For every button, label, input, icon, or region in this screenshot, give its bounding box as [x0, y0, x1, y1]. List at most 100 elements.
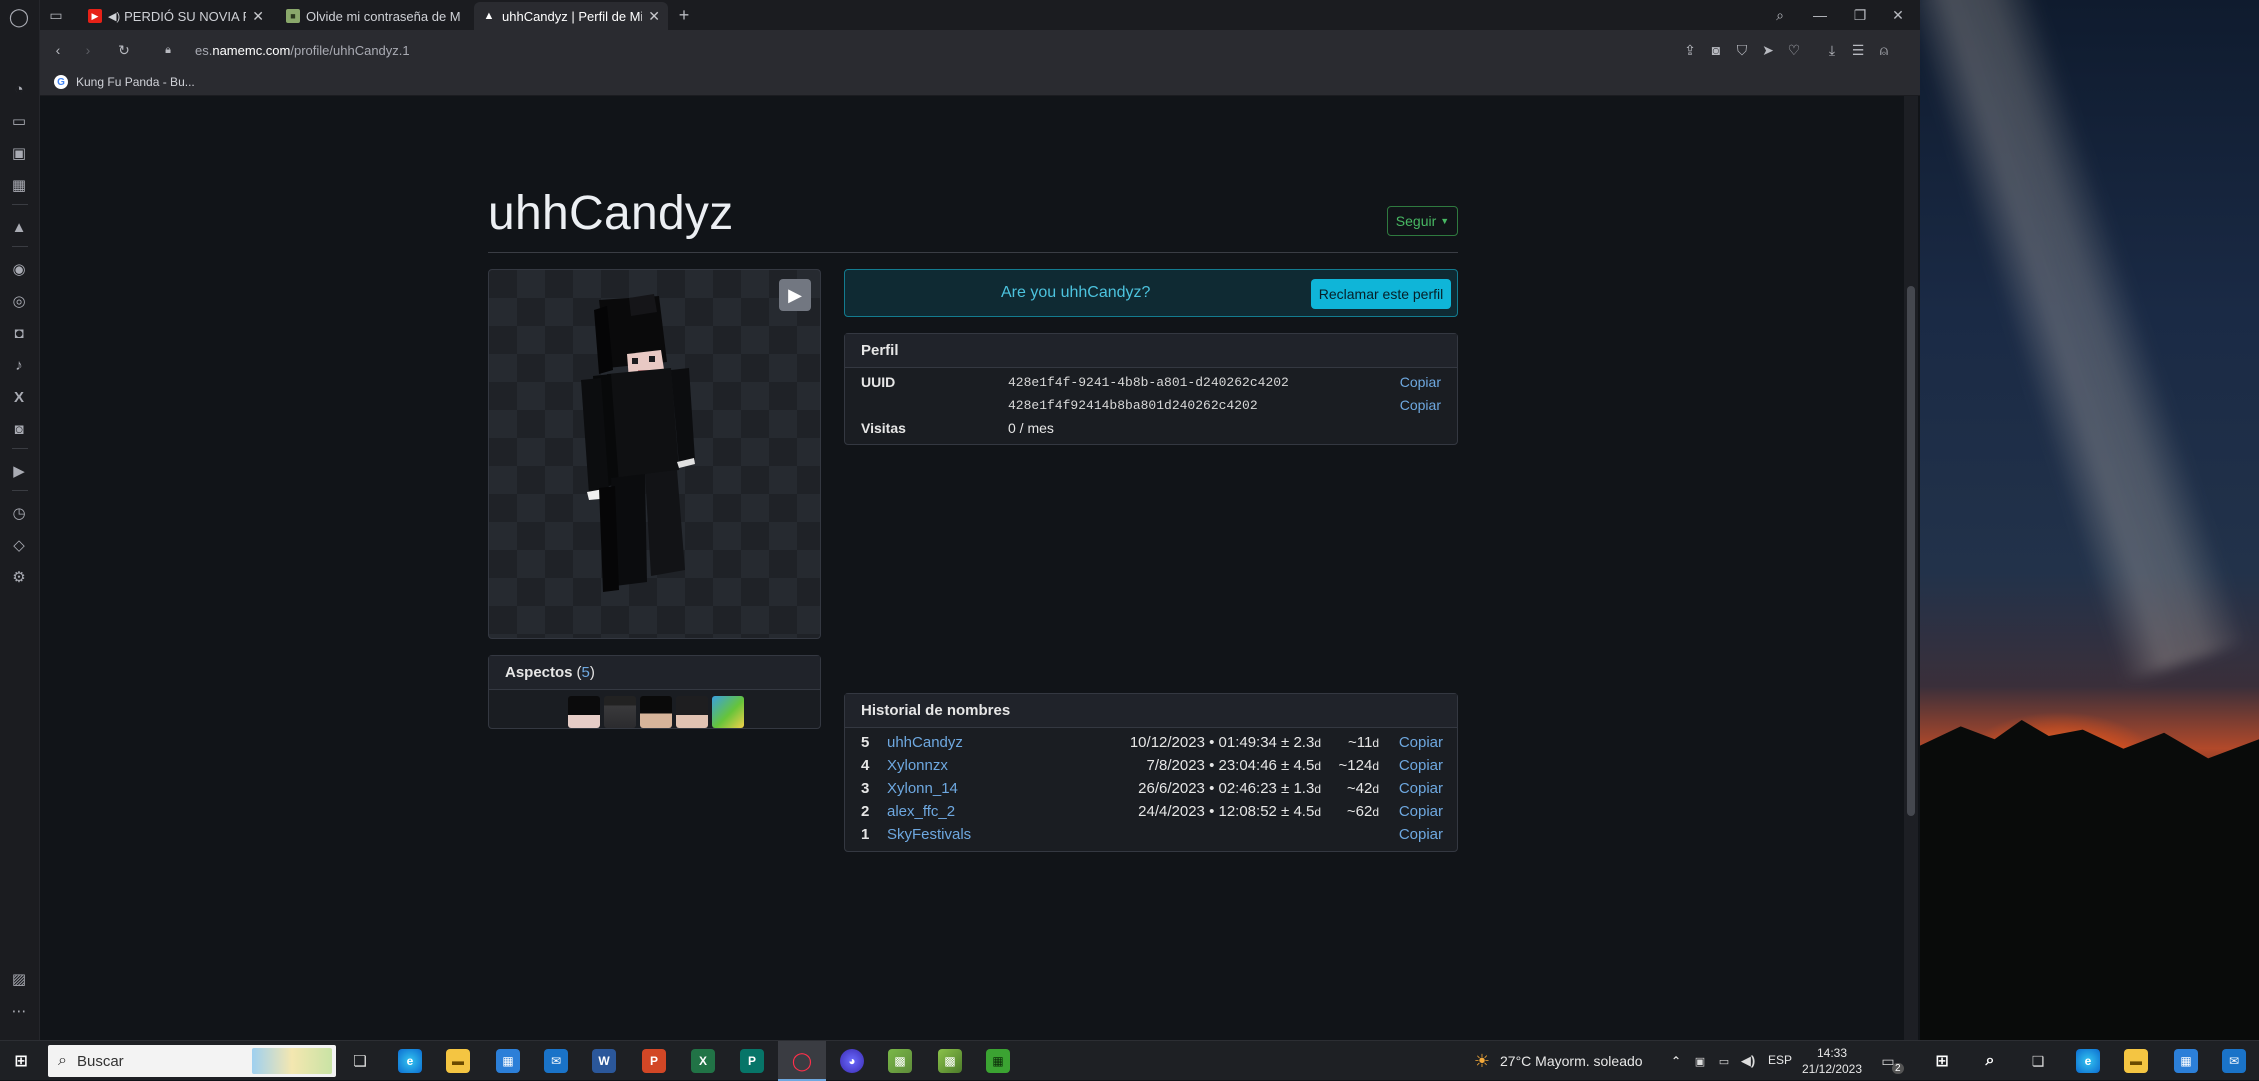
file-explorer-icon[interactable]: ▬ — [446, 1049, 470, 1073]
meet-now-icon[interactable]: ▣ — [1688, 1049, 1712, 1073]
excel-icon[interactable]: X — [691, 1049, 715, 1073]
minecraft-launcher-2-icon[interactable]: ▩ — [938, 1049, 962, 1073]
powerpoint-icon[interactable]: P — [642, 1049, 666, 1073]
send-icon[interactable]: ➤ — [1758, 40, 1778, 60]
store-icon[interactable]: ▭ — [8, 110, 30, 132]
skins-count-link[interactable]: 5 — [582, 664, 590, 681]
bookmark-heart-icon[interactable]: ♡ — [1784, 40, 1804, 60]
page-scrollbar[interactable] — [1904, 96, 1918, 1040]
claim-profile-button[interactable]: Reclamar este perfil — [1311, 279, 1451, 309]
name-link[interactable]: alex_ffc_2 — [887, 803, 955, 820]
new-tab-plus-icon[interactable]: + — [674, 5, 694, 25]
microsoft-store-icon-2[interactable]: ▦ — [2174, 1049, 2198, 1073]
forward-icon[interactable]: › — [78, 40, 98, 60]
google-icon: G — [54, 75, 68, 89]
skin-thumbnail[interactable] — [640, 696, 672, 728]
publisher-icon[interactable]: P — [740, 1049, 764, 1073]
tab-namemc[interactable]: ▲ uhhCandyz | Perfil de Mine ✕ — [474, 2, 668, 30]
url-field[interactable]: es. namemc.com/profile/uhhCandyz.1 — [195, 38, 1695, 62]
name-link[interactable]: Xylonn_14 — [887, 780, 958, 797]
whatsapp-icon[interactable]: ◎ — [8, 290, 30, 312]
discord-icon[interactable]: ◙ — [8, 418, 30, 440]
chat-app-icon[interactable]: ◕ — [840, 1049, 864, 1073]
file-explorer-icon-2[interactable]: ▬ — [2124, 1049, 2148, 1073]
adblock-shield-icon[interactable]: ⛉ — [1732, 40, 1752, 60]
speed-dial-icon[interactable]: ◔ — [8, 78, 30, 100]
more-icon[interactable]: ⋯ — [8, 1000, 30, 1022]
x-twitter-icon[interactable]: X — [8, 386, 30, 408]
weather-text[interactable]: 27°C Mayorm. soleado — [1500, 1053, 1643, 1069]
back-icon[interactable]: ‹ — [48, 40, 68, 60]
copy-name-link[interactable]: Copiar — [1399, 826, 1443, 843]
messenger-icon[interactable]: ◉ — [8, 258, 30, 280]
tab-minecraft-help[interactable]: ■ Olvide mi contraseña de M ✕ — [278, 2, 506, 30]
copy-name-link[interactable]: Copiar — [1399, 803, 1443, 820]
download-icon[interactable]: ⤓ — [1822, 40, 1842, 60]
settings-gear-icon[interactable]: ⚙ — [8, 566, 30, 588]
edge-icon-2[interactable]: e — [2076, 1049, 2100, 1073]
close-tab-icon[interactable]: ✕ — [648, 8, 660, 25]
skin-viewer[interactable]: ▶ — [488, 269, 821, 639]
windows-start-icon-2[interactable]: ⊞ — [1930, 1049, 1954, 1073]
microsoft-store-icon[interactable]: ▦ — [496, 1049, 520, 1073]
gx-icon[interactable]: ▲ — [8, 216, 30, 238]
tiktok-icon[interactable]: ♪ — [8, 354, 30, 376]
skin-thumbnail[interactable] — [568, 696, 600, 728]
gx-corner-icon[interactable]: ▦ — [8, 174, 30, 196]
name-link[interactable]: uhhCandyz — [887, 734, 963, 751]
extensions-cube-icon[interactable]: ◇ — [8, 534, 30, 556]
copy-uuid-dashed-link[interactable]: Copiar — [1400, 374, 1441, 390]
wallpaper-icon[interactable]: ▨ — [8, 968, 30, 990]
copy-name-link[interactable]: Copiar — [1399, 734, 1443, 751]
clock[interactable]: 14:33 21/12/2023 — [1800, 1045, 1864, 1077]
edge-icon[interactable]: e — [398, 1049, 422, 1073]
instagram-icon[interactable]: ◘ — [8, 322, 30, 344]
minecraft-launcher-icon[interactable]: ▩ — [888, 1049, 912, 1073]
share-icon[interactable]: ⇪ — [1680, 40, 1700, 60]
copy-name-link[interactable]: Copiar — [1399, 757, 1443, 774]
opera-gx-icon[interactable]: ◯ — [790, 1049, 814, 1073]
close-window-icon[interactable]: ✕ — [1888, 5, 1908, 25]
copy-name-link[interactable]: Copiar — [1399, 780, 1443, 797]
skin-thumbnail[interactable] — [676, 696, 708, 728]
opera-logo-icon[interactable]: ◯ — [8, 6, 30, 28]
task-view-icon-2[interactable]: ❏ — [2026, 1049, 2050, 1073]
search-icon-2[interactable]: ⌕ — [1978, 1049, 2002, 1073]
show-hidden-icons-chevron[interactable]: ⌃ — [1664, 1049, 1688, 1073]
tab-menu-icon[interactable]: ▭ — [46, 5, 66, 25]
skin-thumbnail[interactable] — [712, 696, 744, 728]
volume-icon[interactable]: ◀) — [1736, 1049, 1760, 1073]
profile-icon[interactable]: ⍝ — [1874, 40, 1894, 60]
audio-playing-icon[interactable]: ◀) — [108, 10, 120, 23]
tab-youtube[interactable]: ▶ ◀) PERDIÓ SU NOVIA POR ✕ — [80, 2, 272, 30]
windows-start-icon[interactable]: ⊞ — [9, 1049, 33, 1073]
skin-thumbnail[interactable] — [604, 696, 636, 728]
snapshot-camera-icon[interactable]: ◙ — [1706, 40, 1726, 60]
creeper-icon[interactable]: ▦ — [986, 1049, 1010, 1073]
network-icon[interactable]: ▭ — [1712, 1049, 1736, 1073]
restore-icon[interactable]: ❐ — [1850, 5, 1870, 25]
table-row: 1 SkyFestivals Copiar — [845, 826, 1459, 849]
mail-icon[interactable]: ✉ — [544, 1049, 568, 1073]
close-tab-icon[interactable]: ✕ — [252, 8, 264, 25]
keyboard-language[interactable]: ESP — [1768, 1053, 1792, 1067]
word-icon[interactable]: W — [592, 1049, 616, 1073]
task-view-icon[interactable]: ❏ — [348, 1049, 372, 1073]
name-link[interactable]: SkyFestivals — [887, 826, 971, 843]
lock-icon[interactable]: 🔒︎ — [158, 40, 178, 60]
minimize-icon[interactable]: — — [1810, 5, 1830, 25]
history-icon[interactable]: ◷ — [8, 502, 30, 524]
taskbar-search-box[interactable]: ⌕ Buscar — [48, 1045, 336, 1077]
reload-icon[interactable]: ↻ — [114, 40, 134, 60]
search-tabs-icon[interactable]: ⌕ — [1770, 5, 1790, 25]
bookmark-kung-fu-panda[interactable]: G Kung Fu Panda - Bu... — [54, 75, 195, 89]
name-link[interactable]: Xylonnzx — [887, 757, 948, 774]
copy-uuid-plain-link[interactable]: Copiar — [1400, 397, 1441, 413]
mail-icon-2[interactable]: ✉ — [2222, 1049, 2246, 1073]
scrollbar-thumb[interactable] — [1907, 286, 1915, 816]
follow-dropdown-button[interactable]: Seguir ▼ — [1387, 206, 1458, 236]
player-icon[interactable]: ▶ — [8, 460, 30, 482]
easy-setup-icon[interactable]: ☰ — [1848, 40, 1868, 60]
weather-sun-icon[interactable]: ☀ — [1470, 1049, 1494, 1073]
twitch-icon[interactable]: ▣ — [8, 142, 30, 164]
